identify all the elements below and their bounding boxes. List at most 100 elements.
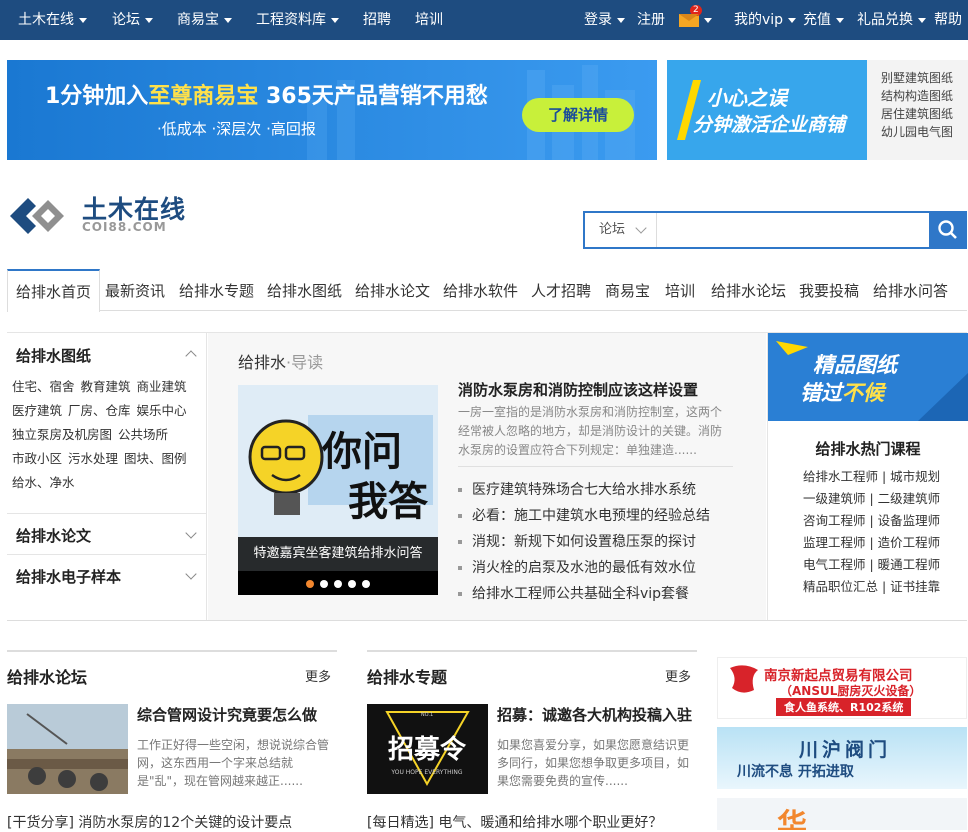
search-button[interactable]: [929, 211, 967, 249]
category-link[interactable]: 医疗建筑: [12, 403, 62, 418]
ad-nanjing[interactable]: 南京新起点贸易有限公司 （ANSUL厨房灭火设备） 食人鱼系统、R102系统: [717, 657, 967, 719]
nav-my-vip[interactable]: 我的vip: [734, 0, 797, 40]
course-link[interactable]: 精品职位汇总 | 证书挂靠: [803, 576, 940, 598]
recharge-label: 充值: [803, 12, 831, 28]
drawings-heading[interactable]: 给排水图纸: [16, 345, 91, 366]
course-link[interactable]: 咨询工程师 | 设备监理师: [803, 510, 940, 532]
forum-post-title[interactable]: 综合管网设计究竟要怎么做: [137, 704, 317, 725]
papers-heading[interactable]: 给排水论文: [16, 525, 91, 546]
topics-more-link[interactable]: 更多: [665, 666, 691, 685]
poster-subtitle: YOU HOPE EVERYTHING: [390, 769, 462, 776]
carousel-dot[interactable]: [306, 580, 314, 588]
nav-recruit[interactable]: 招聘: [363, 0, 391, 40]
category-link[interactable]: 公共场所: [118, 427, 168, 442]
search-scope-select[interactable]: 论坛: [585, 213, 657, 247]
tab-news[interactable]: 最新资讯: [105, 269, 165, 311]
category-link[interactable]: 污水处理: [68, 451, 118, 466]
carousel-dot[interactable]: [334, 580, 342, 588]
nav-training[interactable]: 培训: [415, 0, 443, 40]
course-link[interactable]: 给排水工程师 | 城市规划: [803, 466, 940, 488]
tab-qa[interactable]: 给排水问答: [873, 269, 948, 311]
tab-forum[interactable]: 给排水论坛: [711, 269, 786, 311]
news-item[interactable]: 必看：施工中建筑水电预埋的经验总结: [458, 503, 748, 529]
login-link[interactable]: 登录: [584, 0, 625, 40]
chevron-down-icon: [224, 17, 232, 23]
chevron-up-icon[interactable]: [185, 350, 197, 362]
chevron-down-icon: [145, 17, 153, 23]
forum-heading[interactable]: 给排水论坛: [7, 664, 87, 688]
forum-section: 给排水论坛 更多 综合管网设计究竟要怎么做 工作正好得一些空闲，想说说综合管网，…: [7, 650, 337, 831]
tab-submit[interactable]: 我要投稿: [799, 269, 859, 311]
ad-third[interactable]: 华: [717, 798, 967, 830]
chevron-down-icon[interactable]: [185, 527, 197, 539]
topics-heading[interactable]: 给排水专题: [367, 664, 447, 688]
vip-promo-banner[interactable]: 1分钟加入至尊商易宝 365天产品营销不用愁 ·低成本 ·深层次 ·高回报 了解…: [7, 60, 657, 160]
topic-list-item[interactable]: [每日精选] 电气、暖通和给排水哪个职业更好？: [367, 812, 662, 832]
shop-activation-banner[interactable]: 小心之误 分钟激活企业商铺: [667, 60, 867, 160]
course-link[interactable]: 监理工程师 | 造价工程师: [803, 532, 940, 554]
tab-jobs[interactable]: 人才招聘: [531, 269, 591, 311]
chevron-down-icon[interactable]: [185, 568, 197, 580]
news-item[interactable]: 消火栓的启泵及水池的最低有效水位: [458, 555, 748, 581]
featured-article-summary: 一房一室指的是消防水泵房和消防控制室，这两个经常被人忽略的地方，却是消防设计的关…: [458, 405, 723, 457]
carousel-dot[interactable]: [348, 580, 356, 588]
category-link[interactable]: 独立泵房及机房图: [12, 427, 112, 442]
forum-thumbnail[interactable]: [7, 704, 128, 794]
tab-home[interactable]: 给排水首页: [7, 269, 101, 312]
site-logo[interactable]: 土木在线 COI88.COM: [8, 190, 198, 236]
nav-gift-exchange[interactable]: 礼品兑换: [857, 0, 926, 40]
samples-heading[interactable]: 给排水电子样本: [16, 566, 121, 587]
banner-line2: 错过不候: [800, 377, 884, 407]
nav-help[interactable]: 帮助: [934, 0, 962, 40]
learn-more-button[interactable]: 了解详情: [522, 98, 634, 132]
carousel-dot[interactable]: [320, 580, 328, 588]
category-link[interactable]: 住宅、宿舍: [12, 379, 75, 394]
register-link[interactable]: 注册: [637, 0, 665, 40]
premium-drawings-banner[interactable]: 精品图纸 错过不候: [768, 333, 968, 421]
logo-domain: COI88.COM: [82, 220, 167, 234]
chevron-down-icon: [331, 17, 339, 23]
topic-post-summary: 如果您喜爱分享，如果您愿意结识更多同行，如果您想争取更多项目，如果您需要免费的宣…: [497, 738, 690, 788]
quick-link[interactable]: 别墅建筑图纸: [881, 69, 968, 87]
nav-civil-online[interactable]: 土木在线: [18, 0, 87, 40]
tab-training[interactable]: 培训: [665, 269, 695, 311]
news-item[interactable]: 消规：新规下如何设置稳压泵的探讨: [458, 529, 748, 555]
quick-link[interactable]: 居住建筑图纸: [881, 105, 968, 123]
tab-papers[interactable]: 给排水论文: [355, 269, 430, 311]
nav-shangyibao[interactable]: 商易宝: [177, 0, 232, 40]
featured-article-title[interactable]: 消防水泵房和消防控制应该这样设置: [458, 379, 698, 400]
divider: [458, 466, 733, 467]
course-link[interactable]: 电气工程师 | 暖通工程师: [803, 554, 940, 576]
ad-chuanhu-valve[interactable]: 川沪阀门 川流不息 开拓进取: [717, 727, 967, 789]
category-link[interactable]: 厂房、仓库: [68, 403, 131, 418]
category-link[interactable]: 图块、图例: [124, 451, 187, 466]
news-item[interactable]: 医疗建筑特殊场合七大给水排水系统: [458, 477, 748, 503]
quick-link[interactable]: 幼儿园电气图: [881, 123, 968, 141]
tab-drawings[interactable]: 给排水图纸: [267, 269, 342, 311]
divider: [7, 620, 967, 621]
tab-software[interactable]: 给排水软件: [443, 269, 518, 311]
category-link[interactable]: 教育建筑: [81, 379, 131, 394]
chevron-down-icon: [836, 17, 844, 23]
search-input[interactable]: [659, 215, 929, 245]
nav-engineering-library[interactable]: 工程资料库: [256, 0, 339, 40]
mail-button[interactable]: 2: [679, 0, 712, 40]
course-link[interactable]: 一级建筑师 | 二级建筑师: [803, 488, 940, 510]
category-link[interactable]: 商业建筑: [137, 379, 187, 394]
quick-link[interactable]: 结构构造图纸: [881, 87, 968, 105]
forum-more-link[interactable]: 更多: [305, 666, 331, 685]
category-link[interactable]: 市政小区: [12, 451, 62, 466]
nav-forum[interactable]: 论坛: [112, 0, 153, 40]
news-item[interactable]: 给排水工程师公共基础全科vip套餐: [458, 581, 748, 607]
topic-post-title[interactable]: 招募：诚邀各大机构投稿入驻: [497, 704, 692, 725]
carousel-caption[interactable]: 特邀嘉宾坐客建筑给排水问答: [238, 537, 438, 571]
nav-recharge[interactable]: 充值: [803, 0, 844, 40]
image-carousel[interactable]: 你问 我答 特邀嘉宾坐客建筑给排水问答: [238, 385, 438, 595]
tab-shangyibao[interactable]: 商易宝: [605, 269, 650, 311]
category-link[interactable]: 娱乐中心: [137, 403, 187, 418]
carousel-dot[interactable]: [362, 580, 370, 588]
forum-list-item[interactable]: [干货分享] 消防水泵房的12个关键的设计要点: [7, 812, 292, 832]
recruit-poster-thumbnail[interactable]: 招募令 YOU HOPE EVERYTHING NO.1: [367, 704, 488, 794]
tab-topics[interactable]: 给排水专题: [179, 269, 254, 311]
category-link[interactable]: 给水、净水: [12, 475, 75, 490]
